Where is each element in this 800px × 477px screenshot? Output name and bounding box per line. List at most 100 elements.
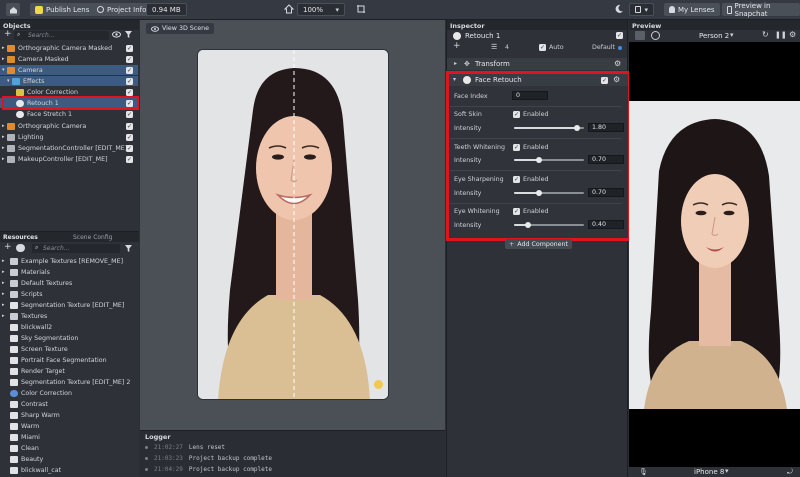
visibility-checkbox[interactable]: ✓ bbox=[126, 144, 133, 152]
resource-clean[interactable]: Clean bbox=[0, 443, 138, 454]
object-item-segmentation-controller[interactable]: ▸ SegmentationController [EDIT_ME] ✓ bbox=[0, 143, 138, 153]
object-item-camera-masked[interactable]: ▸ Camera Masked ✓ bbox=[0, 54, 138, 64]
eye-icon[interactable] bbox=[112, 31, 121, 38]
home-camera-icon[interactable] bbox=[284, 4, 294, 14]
gear-icon[interactable]: ⚙ bbox=[614, 59, 621, 68]
add-icon[interactable]: + bbox=[4, 242, 12, 252]
object-item-face-stretch[interactable]: Face Stretch 1 ✓ bbox=[0, 109, 138, 119]
visibility-checkbox[interactable]: ✓ bbox=[126, 122, 133, 130]
transform-section[interactable]: ▸ ✥ Transform ⚙ bbox=[447, 58, 627, 70]
refresh-icon[interactable]: ↻ bbox=[762, 30, 769, 39]
chevron-right-icon[interactable]: ▸ bbox=[2, 291, 10, 297]
resource-folder-materials[interactable]: ▸ Materials bbox=[0, 267, 138, 278]
device-select[interactable]: ▾ bbox=[629, 3, 654, 16]
person-select[interactable]: Person 2 bbox=[699, 32, 729, 40]
resource-render-target[interactable]: Render Target bbox=[0, 366, 138, 377]
resource-segmentation-texture[interactable]: ▸ Segmentation Texture [EDIT_ME] bbox=[0, 300, 138, 311]
photo-mode-icon[interactable] bbox=[635, 31, 645, 40]
visibility-checkbox[interactable]: ✓ bbox=[126, 88, 133, 96]
project-info-button[interactable]: Project Info bbox=[92, 3, 152, 16]
retouch-highlight-box bbox=[2, 96, 139, 110]
resource-warm[interactable]: Warm bbox=[0, 421, 138, 432]
resource-folder-textures[interactable]: ▸ Textures bbox=[0, 311, 138, 322]
microphone-icon[interactable]: 🎙︎ bbox=[639, 468, 648, 476]
resource-portrait-face-segmentation[interactable]: Portrait Face Segmentation bbox=[0, 355, 138, 366]
crop-icon[interactable] bbox=[356, 4, 366, 14]
resource-contrast[interactable]: Contrast bbox=[0, 399, 138, 410]
tab-scene-config[interactable]: Scene Config bbox=[73, 234, 112, 241]
resource-sharp-warm[interactable]: Sharp Warm bbox=[0, 410, 138, 421]
top-toolbar: Publish Lens Project Info 0.94 MB 100% ▾… bbox=[0, 0, 800, 20]
snap-mode-icon[interactable] bbox=[651, 31, 660, 40]
resource-screen-texture[interactable]: Screen Texture bbox=[0, 344, 138, 355]
my-lenses-button[interactable]: My Lenses bbox=[664, 3, 720, 16]
filter-icon[interactable] bbox=[125, 31, 132, 38]
add-icon[interactable]: + bbox=[453, 41, 461, 51]
chevron-right-icon[interactable]: ▸ bbox=[2, 258, 10, 264]
zoom-select[interactable]: 100% ▾ bbox=[297, 3, 345, 16]
texture-icon bbox=[10, 378, 18, 386]
chevron-right-icon[interactable]: ▸ bbox=[2, 269, 10, 275]
visibility-checkbox[interactable]: ✓ bbox=[126, 55, 133, 63]
visibility-checkbox[interactable]: ✓ bbox=[126, 155, 133, 163]
resource-label: Miami bbox=[21, 433, 40, 441]
my-lenses-label: My Lenses bbox=[678, 5, 715, 14]
tab-resources[interactable]: Resources bbox=[3, 234, 38, 241]
chevron-right-icon[interactable]: ▸ bbox=[2, 280, 10, 286]
rotate-icon[interactable]: ⤾ bbox=[787, 468, 793, 477]
object-item-makeup-controller[interactable]: ▸ MakeupController [EDIT_ME] ✓ bbox=[0, 154, 138, 164]
auto-checkbox[interactable]: ✓ bbox=[539, 44, 546, 51]
resource-segmentation-texture-2[interactable]: Segmentation Texture [EDIT_ME] 2 bbox=[0, 377, 138, 388]
resource-folder-scripts[interactable]: ▸ Scripts bbox=[0, 289, 138, 300]
visibility-checkbox[interactable]: ✓ bbox=[126, 110, 133, 118]
scene-viewport[interactable]: View 3D Scene bbox=[140, 20, 445, 430]
add-component-button[interactable]: + Add Component bbox=[505, 239, 572, 249]
publish-lens-button[interactable]: Publish Lens bbox=[30, 3, 95, 16]
visibility-checkbox[interactable]: ✓ bbox=[126, 77, 133, 85]
object-enabled-checkbox[interactable]: ✓ bbox=[616, 32, 623, 39]
logger-title: Logger bbox=[145, 433, 171, 441]
resource-label: blickwall2 bbox=[21, 323, 53, 331]
chevron-down-icon[interactable]: ▾ bbox=[730, 31, 734, 39]
user-icon bbox=[669, 6, 675, 13]
chevron-right-icon[interactable]: ▸ bbox=[2, 313, 10, 319]
chevron-down-icon[interactable]: ▾ bbox=[725, 467, 729, 475]
object-name-field[interactable]: Retouch 1 bbox=[465, 32, 500, 40]
chevron-right-icon[interactable]: ▸ bbox=[2, 302, 10, 308]
visibility-checkbox[interactable]: ✓ bbox=[126, 66, 133, 74]
resource-sky-segmentation[interactable]: Sky Segmentation bbox=[0, 333, 138, 344]
visibility-checkbox[interactable]: ✓ bbox=[126, 44, 133, 52]
object-item-ortho-camera-masked[interactable]: ▸ Orthographic Camera Masked ✓ bbox=[0, 43, 138, 53]
view-3d-scene-button[interactable]: View 3D Scene bbox=[146, 23, 214, 34]
visibility-checkbox[interactable]: ✓ bbox=[126, 133, 133, 141]
preview-in-snapchat-button[interactable]: Preview in Snapchat bbox=[722, 2, 800, 18]
pause-icon[interactable]: ❚❚ bbox=[775, 31, 787, 39]
add-resource-icon[interactable] bbox=[16, 244, 25, 252]
device-select[interactable]: iPhone 8 bbox=[694, 468, 724, 476]
settings-icon[interactable]: ⚙ bbox=[789, 30, 796, 39]
resource-beauty[interactable]: Beauty bbox=[0, 454, 138, 465]
object-item-camera[interactable]: ▾ Camera ✓ bbox=[0, 65, 138, 75]
home-icon[interactable] bbox=[6, 3, 20, 16]
snapchat-icon bbox=[35, 5, 43, 14]
resource-blickwall2[interactable]: blickwall2 bbox=[0, 322, 138, 333]
resources-search-input[interactable]: ⌕ Search... bbox=[32, 244, 120, 253]
resource-blickwall-cat[interactable]: blickwall_cat bbox=[0, 465, 138, 476]
folder-icon bbox=[10, 312, 18, 320]
phone-icon bbox=[727, 5, 732, 14]
resource-miami[interactable]: Miami bbox=[0, 432, 138, 443]
object-item-lighting[interactable]: ▸ Lighting ✓ bbox=[0, 132, 138, 142]
moon-icon[interactable] bbox=[614, 4, 624, 14]
object-item-ortho-camera[interactable]: ▸ Orthographic Camera ✓ bbox=[0, 121, 138, 131]
layers-icon[interactable]: ☰ bbox=[491, 43, 497, 51]
filter-icon[interactable] bbox=[125, 245, 132, 252]
objects-search-input[interactable]: ⌕ Search... bbox=[14, 31, 109, 40]
folder-icon bbox=[10, 290, 18, 298]
add-icon[interactable]: + bbox=[4, 29, 12, 39]
resource-color-correction[interactable]: Color Correction bbox=[0, 388, 138, 399]
object-item-effects[interactable]: ▾ Effects ✓ bbox=[0, 76, 138, 86]
resource-folder-default-textures[interactable]: ▸ Default Textures bbox=[0, 278, 138, 289]
monitor-icon bbox=[635, 6, 642, 13]
resource-folder-example-textures[interactable]: ▸ Example Textures [REMOVE_ME] bbox=[0, 256, 138, 267]
chevron-right-icon[interactable]: ▸ bbox=[454, 60, 457, 67]
